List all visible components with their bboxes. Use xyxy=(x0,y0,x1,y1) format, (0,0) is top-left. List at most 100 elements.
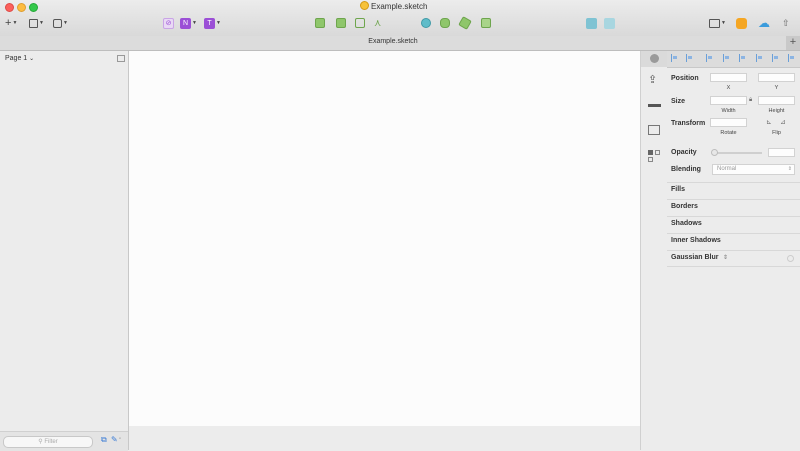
mirror-icon xyxy=(736,17,747,29)
plus-icon: + xyxy=(5,17,12,29)
window-title-text: Example.sketch xyxy=(371,2,428,11)
intersect-button[interactable] xyxy=(355,17,365,29)
blending-select[interactable]: Normal ⇕ xyxy=(712,164,795,175)
symbol-button[interactable]: ▼ xyxy=(53,17,68,29)
shadows-section[interactable]: Shadows xyxy=(667,216,800,232)
borders-label: Borders xyxy=(671,203,698,210)
inspector-strip-header xyxy=(641,51,668,67)
align-middle-icon[interactable] xyxy=(772,54,780,62)
mirror-button[interactable] xyxy=(736,17,747,29)
toggle-icon[interactable] xyxy=(787,255,794,262)
pages-toggle-icon[interactable] xyxy=(117,55,125,62)
opacity-slider-thumb[interactable] xyxy=(711,149,718,156)
align-top-icon[interactable] xyxy=(756,54,764,62)
document-icon xyxy=(360,1,369,10)
upload-icon[interactable]: ⇪ xyxy=(648,73,657,86)
borders-section[interactable]: Borders xyxy=(667,199,800,215)
width-label: Width xyxy=(721,108,736,114)
width-field[interactable] xyxy=(710,96,747,105)
align-center-icon[interactable] xyxy=(723,54,731,62)
flatten-button[interactable] xyxy=(421,17,431,29)
stepper-icon: ⇕ xyxy=(723,255,729,261)
close-window-button[interactable] xyxy=(5,3,14,12)
text-button[interactable]: T ▼ xyxy=(204,17,221,29)
tab-document[interactable]: Example.sketch xyxy=(0,38,786,45)
rotate-icon xyxy=(458,16,472,30)
layer-style-icon[interactable] xyxy=(648,97,661,107)
size-label: Size xyxy=(671,98,686,105)
backward-icon xyxy=(604,17,615,29)
chevron-down-icon: ▼ xyxy=(216,20,221,26)
flip-horizontal-icon[interactable]: ⊾ xyxy=(766,118,772,126)
distribute-horizontal-icon[interactable] xyxy=(671,54,679,62)
union-button[interactable] xyxy=(315,17,325,29)
mask-icon xyxy=(481,18,491,28)
flip-vertical-icon[interactable]: ⊿ xyxy=(780,118,786,126)
height-label: Height xyxy=(768,108,785,114)
inspector-panel: Position X Y Size 🔒︎ Width Height Transf… xyxy=(667,51,800,450)
maximize-window-button[interactable] xyxy=(29,3,38,12)
canvas[interactable] xyxy=(129,51,640,426)
align-left-icon[interactable] xyxy=(706,54,714,62)
scissors-button[interactable] xyxy=(440,17,450,29)
insert-button[interactable]: + ▼ xyxy=(5,17,17,29)
opacity-field[interactable] xyxy=(768,148,795,157)
chevron-down-icon: ▼ xyxy=(39,20,44,26)
cloud-button[interactable]: ☁ xyxy=(758,16,770,30)
rotate-button[interactable] xyxy=(458,16,472,30)
blending-value: Normal xyxy=(717,166,737,172)
height-field[interactable] xyxy=(758,96,795,105)
align-right-icon[interactable] xyxy=(739,54,747,62)
chevron-down-icon: ▼ xyxy=(63,20,68,26)
inner-shadows-label: Inner Shadows xyxy=(671,237,721,244)
filter-placeholder: Filter xyxy=(44,439,58,445)
opacity-slider-track[interactable] xyxy=(712,152,762,154)
difference-button[interactable]: ⋏ xyxy=(374,17,381,29)
vector-button[interactable]: N ▼ xyxy=(180,17,197,29)
subtract-button[interactable] xyxy=(336,17,346,29)
edit-pencil-icon[interactable]: ✎ xyxy=(111,435,118,444)
transform-label: Transform xyxy=(671,120,706,127)
alignment-toolbar xyxy=(667,51,800,68)
union-icon xyxy=(315,18,325,28)
create-page-icon[interactable]: ⧉ xyxy=(101,435,107,445)
forward-button[interactable] xyxy=(586,17,597,29)
inspector-tool-strip: ⇪ xyxy=(640,51,669,450)
new-tab-button[interactable]: + xyxy=(786,36,800,50)
lock-icon[interactable]: 🔒︎ xyxy=(749,97,752,104)
x-field[interactable] xyxy=(710,73,747,82)
inner-shadows-section[interactable]: Inner Shadows xyxy=(667,233,800,249)
edit-button[interactable]: ⊘ xyxy=(163,17,174,29)
view-button[interactable]: ▼ xyxy=(709,17,726,29)
position-label: Position xyxy=(671,75,699,82)
difference-icon: ⋏ xyxy=(374,17,382,29)
forward-icon xyxy=(586,17,597,29)
text-style-icon[interactable] xyxy=(648,125,660,135)
y-field[interactable] xyxy=(758,73,795,82)
mask-button[interactable] xyxy=(481,17,491,29)
filter-input[interactable]: ⚲ Filter xyxy=(3,436,93,448)
page-selector-label: Page 1 xyxy=(5,55,28,62)
options-icon[interactable]: ◦ xyxy=(119,436,121,442)
distribute-vertical-icon[interactable] xyxy=(686,54,694,62)
minimize-window-button[interactable] xyxy=(17,3,26,12)
gaussian-blur-section[interactable]: Gaussian Blur ⇕ xyxy=(667,250,800,267)
chevron-down-icon: ▼ xyxy=(721,20,726,26)
sketch-logo-icon xyxy=(650,54,659,63)
align-bottom-icon[interactable] xyxy=(788,54,796,62)
layer-list-panel: Page 1 ⌄ ⚲ Filter ⧉ ✎ ◦ xyxy=(0,51,129,451)
rotate-field[interactable] xyxy=(710,118,747,127)
page-selector[interactable]: Page 1 ⌄ xyxy=(5,55,34,62)
search-icon: ⚲ xyxy=(38,439,43,445)
group-icon xyxy=(29,18,38,28)
flip-label: Flip xyxy=(772,130,781,136)
backward-button[interactable] xyxy=(604,17,615,29)
tab-bar: Example.sketch + xyxy=(0,36,800,51)
chevron-down-icon: ⌄ xyxy=(29,56,35,62)
toolbar: Example.sketch + ▼ ▼ ▼ ⊘ N ▼ T ▼ ⋏ ▼ ☁ ⇧ xyxy=(0,0,800,37)
group-button[interactable]: ▼ xyxy=(29,17,44,29)
grid-icon[interactable] xyxy=(648,150,660,162)
export-button[interactable]: ⇧ xyxy=(782,17,790,29)
fills-section[interactable]: Fills xyxy=(667,182,800,198)
intersect-icon xyxy=(355,18,365,28)
